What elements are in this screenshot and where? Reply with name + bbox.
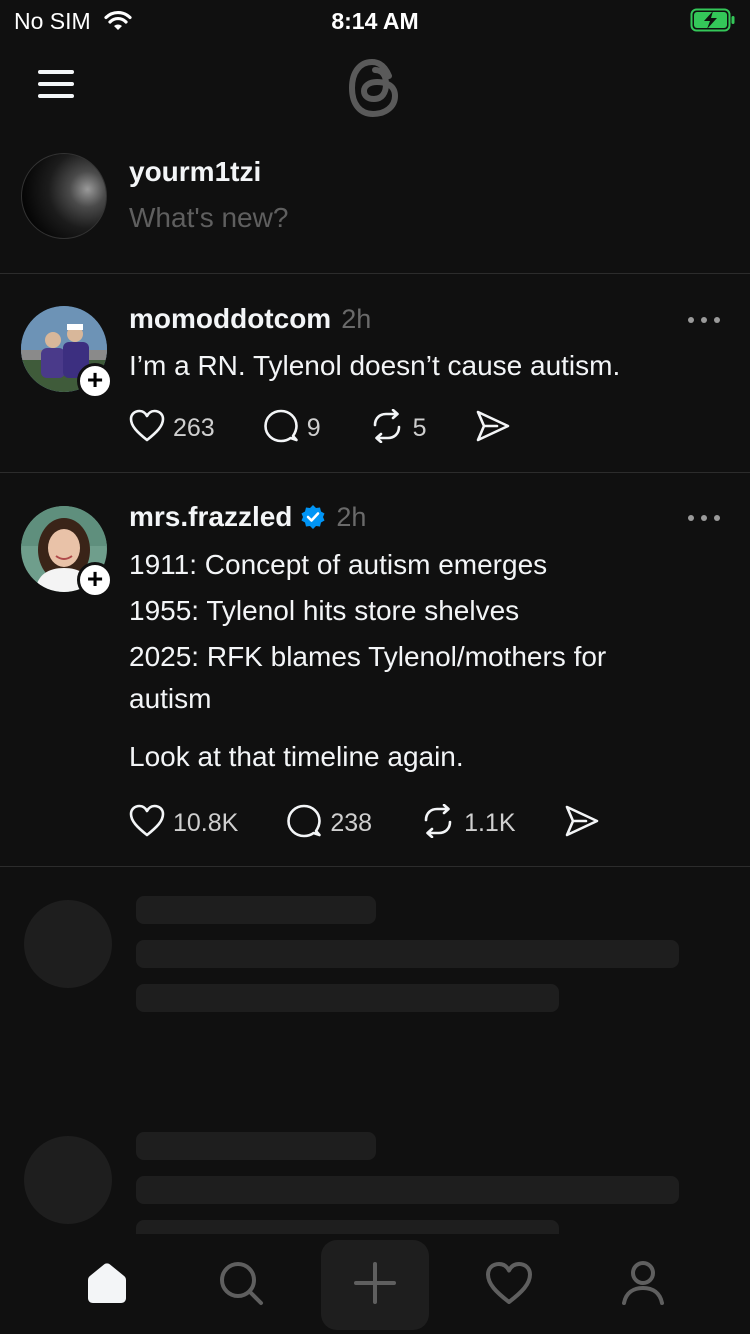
more-options-icon[interactable]: [688, 315, 720, 325]
repost-count: 5: [412, 414, 427, 442]
create-icon: [353, 1261, 397, 1310]
tab-create[interactable]: [321, 1240, 429, 1330]
repost-icon: [369, 408, 405, 448]
reply-count: 9: [306, 414, 321, 442]
follow-plus-button[interactable]: +: [77, 363, 113, 399]
composer-username: yourm1tzi: [129, 156, 262, 187]
post-text: 1911: Concept of autism emerges 1955: Ty…: [129, 542, 709, 780]
post-text-line: autism: [129, 683, 212, 714]
tab-profile[interactable]: [598, 1240, 688, 1330]
post-text: I’m a RN. Tylenol doesn’t cause autism.: [129, 343, 709, 389]
share-button[interactable]: [564, 804, 600, 843]
battery-charging-icon: [690, 8, 736, 37]
avatar[interactable]: [21, 153, 107, 239]
menu-icon[interactable]: [38, 70, 74, 98]
post-actions: 263 9 5: [129, 408, 511, 448]
comment-icon: [286, 804, 322, 843]
verified-badge-icon: [300, 504, 326, 530]
post-text-line: Look at that timeline again.: [129, 741, 464, 772]
skeleton-line: [136, 1220, 559, 1234]
skeleton-line: [136, 1132, 376, 1160]
post-header: mrs.frazzled 2h: [129, 501, 366, 533]
comment-icon: [263, 409, 299, 448]
post-username[interactable]: momoddotcom: [129, 303, 331, 335]
heart-icon: [129, 409, 165, 448]
repost-button[interactable]: 1.1K: [420, 803, 516, 843]
like-count: 10.8K: [173, 809, 239, 837]
skeleton-line: [136, 940, 679, 968]
compose-input[interactable]: What's new?: [129, 202, 288, 234]
search-icon: [218, 1260, 264, 1311]
like-count: 263: [173, 414, 215, 442]
skeleton-avatar: [24, 1136, 112, 1224]
heart-icon: [129, 804, 165, 843]
tab-activity[interactable]: [464, 1240, 554, 1330]
post[interactable]: + momoddotcom 2h I’m a RN. Tylenol doesn…: [0, 275, 750, 473]
post-text-line: 2025: RFK blames Tylenol/mothers for: [129, 641, 607, 672]
follow-plus-button[interactable]: +: [77, 562, 113, 598]
post-text-line: 1911: Concept of autism emerges: [129, 549, 548, 580]
activity-heart-icon: [485, 1261, 533, 1310]
reply-button[interactable]: 238: [286, 804, 372, 843]
reply-button[interactable]: 9: [263, 409, 321, 448]
top-bar: [0, 48, 750, 128]
post-username[interactable]: mrs.frazzled: [129, 501, 292, 533]
skeleton-avatar: [24, 900, 112, 988]
home-icon: [84, 1260, 130, 1311]
post-actions: 10.8K 238 1.1K: [129, 803, 600, 843]
post-text-line: I’m a RN. Tylenol doesn’t cause autism.: [129, 350, 621, 381]
post-time: 2h: [336, 501, 367, 532]
skeleton-line: [136, 1176, 679, 1204]
more-options-icon[interactable]: [688, 513, 720, 523]
repost-count: 1.1K: [464, 809, 516, 837]
bottom-tab-bar: [0, 1240, 750, 1334]
like-button[interactable]: 10.8K: [129, 804, 238, 843]
clock: 8:14 AM: [331, 8, 419, 34]
status-bar: No SIM 8:14 AM: [0, 0, 750, 40]
like-button[interactable]: 263: [129, 409, 215, 448]
profile-icon: [620, 1259, 666, 1312]
tab-home[interactable]: [62, 1240, 152, 1330]
post[interactable]: + mrs.frazzled 2h 1911: Concept of autis…: [0, 473, 750, 867]
send-icon: [564, 804, 600, 843]
repost-icon: [420, 803, 456, 843]
post-header: momoddotcom 2h: [129, 303, 371, 335]
new-post-composer[interactable]: yourm1tzi What's new?: [0, 140, 750, 274]
skeleton-line: [136, 984, 559, 1012]
send-icon: [475, 409, 511, 448]
reply-count: 238: [330, 809, 373, 837]
repost-button[interactable]: 5: [369, 408, 427, 448]
tab-search[interactable]: [196, 1240, 286, 1330]
skeleton-line: [136, 896, 376, 924]
post-time: 2h: [341, 303, 372, 334]
post-text-line: 1955: Tylenol hits store shelves: [129, 595, 520, 626]
share-button[interactable]: [475, 409, 511, 448]
threads-logo-icon[interactable]: [343, 52, 407, 129]
